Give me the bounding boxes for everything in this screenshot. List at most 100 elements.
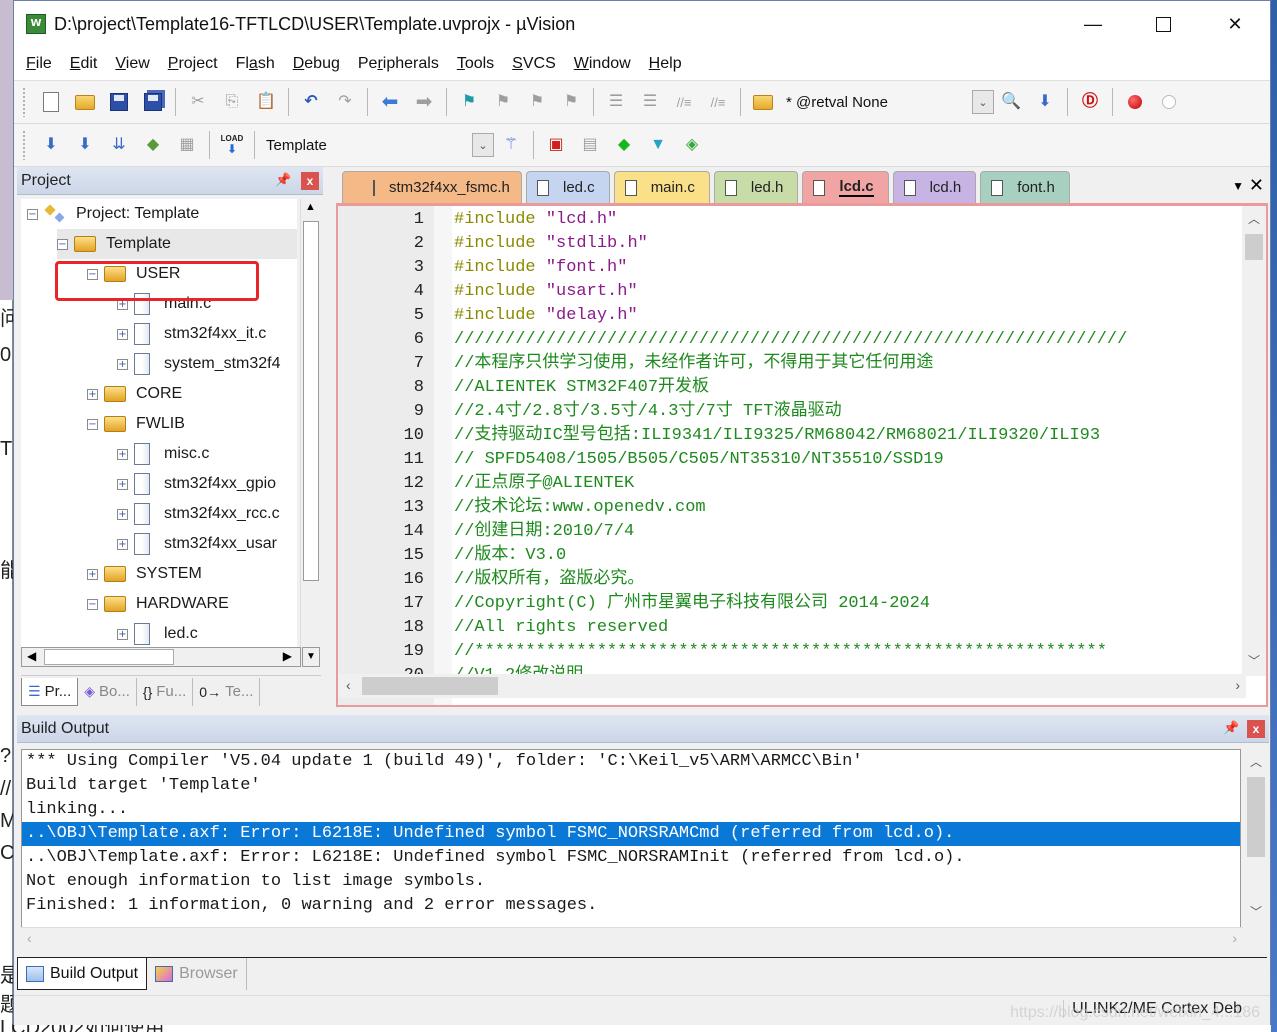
pin-icon[interactable]: 📌 (1223, 720, 1239, 736)
translate-icon[interactable]: ⬇ (39, 133, 63, 157)
next-bookmark-icon[interactable]: ⚑ (525, 90, 549, 114)
output-line-selected[interactable]: ..\OBJ\Template.axf: Error: L6218E: Unde… (22, 822, 1240, 846)
minimize-button[interactable]: — (1058, 1, 1128, 47)
scroll-down-icon[interactable]: ﹀ (1250, 903, 1262, 920)
project-panel-close-button[interactable]: x (301, 172, 319, 190)
tab-books[interactable]: ◈ Bo... (78, 677, 137, 706)
bookmark-icon[interactable]: ⚑ (457, 90, 481, 114)
find-combo[interactable]: * @retval None (786, 94, 966, 111)
scroll-up-icon[interactable]: ▲ (305, 201, 316, 213)
navigate-forward-icon[interactable]: ➡ (412, 90, 436, 114)
collapse-icon[interactable]: − (87, 418, 98, 430)
target-combo[interactable]: Template (266, 137, 466, 154)
menu-window[interactable]: Window (568, 55, 637, 73)
close-window-button[interactable]: ✕ (1200, 1, 1270, 47)
pack-installer-icon[interactable]: ◆ (612, 133, 636, 157)
scroll-up-icon[interactable]: ︿ (1250, 753, 1262, 770)
cut-icon[interactable]: ✂ (186, 90, 210, 114)
editor-tab[interactable]: stm32f4xx_fsmc.h (342, 171, 522, 203)
output-line[interactable]: *** Using Compiler 'V5.04 update 1 (buil… (22, 750, 1240, 774)
output-line[interactable]: Finished: 1 information, 0 warning and 2… (22, 894, 1240, 918)
menu-edit[interactable]: Edit (64, 55, 104, 73)
expand-icon[interactable]: + (117, 508, 128, 520)
menu-tools[interactable]: Tools (451, 55, 500, 73)
tab-templates[interactable]: 0→ Te... (193, 677, 261, 706)
tree-item-group-core[interactable]: + CORE (87, 379, 182, 409)
scroll-thumb[interactable] (362, 677, 498, 695)
tab-functions[interactable]: {} Fu... (137, 677, 194, 706)
tree-horizontal-scrollbar[interactable]: ◀ ▶ (21, 647, 301, 667)
undo-icon[interactable]: ↶ (299, 90, 323, 114)
expand-icon[interactable]: + (117, 538, 128, 550)
open-file-icon[interactable] (73, 90, 97, 114)
scroll-right-icon[interactable]: ▶ (283, 649, 292, 663)
menu-project[interactable]: Project (162, 55, 224, 73)
build-horizontal-scrollbar[interactable]: ‹ › (21, 927, 1243, 949)
indent-icon[interactable]: ☰ (604, 90, 628, 114)
tree-item-group-hardware[interactable]: − HARDWARE (87, 589, 229, 619)
clear-bookmarks-icon[interactable]: ⚑ (559, 90, 583, 114)
manage-components-icon[interactable]: ▣ (544, 133, 568, 157)
editor-tab[interactable]: led.h (713, 171, 799, 203)
toolbar-grip[interactable] (22, 87, 26, 117)
expand-icon[interactable]: + (117, 358, 128, 370)
expand-icon[interactable]: + (87, 388, 98, 400)
scroll-left-icon[interactable]: ‹ (346, 677, 351, 693)
menu-peripherals[interactable]: Peripherals (352, 55, 445, 73)
tab-list-dropdown-icon[interactable]: ▼ (1232, 179, 1244, 193)
scroll-left-icon[interactable]: ‹ (27, 930, 32, 946)
comment-icon[interactable]: //≡ (672, 90, 696, 114)
expand-icon[interactable]: + (117, 328, 128, 340)
prev-bookmark-icon[interactable]: ⚑ (491, 90, 515, 114)
expand-icon[interactable]: + (117, 448, 128, 460)
output-line[interactable]: ..\OBJ\Template.axf: Error: L6218E: Unde… (22, 846, 1240, 870)
scroll-thumb[interactable] (44, 649, 174, 665)
menu-svcs[interactable]: SVCS (506, 55, 562, 73)
tree-item-group-system[interactable]: + SYSTEM (87, 559, 202, 589)
collapse-icon[interactable]: − (27, 208, 38, 220)
scroll-thumb[interactable] (1245, 234, 1263, 260)
tree-item-file[interactable]: + stm32f4xx_rcc.c (117, 499, 280, 529)
menu-debug[interactable]: Debug (287, 55, 346, 73)
collapse-icon[interactable]: − (87, 598, 98, 610)
uncomment-icon[interactable]: //≡ (706, 90, 730, 114)
build-output-close-button[interactable]: x (1247, 720, 1265, 738)
editor-tab[interactable]: main.c (613, 171, 710, 203)
navigate-back-icon[interactable]: ⬅ (378, 90, 402, 114)
tree-item-file[interactable]: + misc.c (117, 439, 209, 469)
menu-flash[interactable]: Flash (230, 55, 281, 73)
unindent-icon[interactable]: ☰ (638, 90, 662, 114)
scroll-thumb[interactable] (1247, 777, 1265, 857)
download-icon[interactable]: LOAD ⬇ (220, 133, 244, 157)
build-icon[interactable]: ⬇ (73, 133, 97, 157)
editor-tab[interactable]: lcd.h (892, 171, 977, 203)
run-time-environment-icon[interactable]: ◈ (680, 133, 704, 157)
toolbar-grip[interactable] (22, 130, 26, 160)
paste-icon[interactable]: 📋 (254, 90, 278, 114)
save-icon[interactable] (107, 90, 131, 114)
tree-item-target-template[interactable]: − Template (57, 229, 297, 259)
tree-item-project[interactable]: − Project: Template (27, 199, 199, 229)
editor-tab[interactable]: led.c (526, 171, 610, 203)
menu-file[interactable]: File (20, 55, 58, 73)
tree-item-file[interactable]: + system_stm32f4 (117, 349, 280, 379)
code-editor[interactable]: 1 #include "lcd.h" 2 #include "stdlib.h" 3 #i… (336, 203, 1268, 707)
stop-build-icon[interactable]: ▦ (175, 133, 199, 157)
scroll-right-icon[interactable]: › (1235, 677, 1240, 693)
tree-item-file[interactable]: + stm32f4xx_gpio (117, 469, 276, 499)
editor-tab-active[interactable]: lcd.c (802, 171, 889, 203)
maximize-button[interactable] (1128, 1, 1198, 47)
collapse-icon[interactable]: − (57, 238, 68, 250)
breakpoint-icon[interactable] (1123, 90, 1147, 114)
scroll-thumb[interactable] (303, 221, 319, 581)
tab-build-output[interactable]: Build Output (17, 958, 148, 990)
build-output-text[interactable]: *** Using Compiler 'V5.04 update 1 (buil… (21, 749, 1241, 949)
batch-build-icon[interactable]: ◆ (141, 133, 165, 157)
select-software-packs-icon[interactable]: ▼ (646, 133, 670, 157)
expand-icon[interactable]: + (87, 568, 98, 580)
scroll-right-icon[interactable]: › (1232, 930, 1237, 946)
tree-item-file[interactable]: + led.c (117, 619, 198, 647)
menu-help[interactable]: Help (643, 55, 688, 73)
rebuild-icon[interactable]: ⇊ (107, 133, 131, 157)
incremental-find-icon[interactable]: ⬇ (1033, 90, 1057, 114)
